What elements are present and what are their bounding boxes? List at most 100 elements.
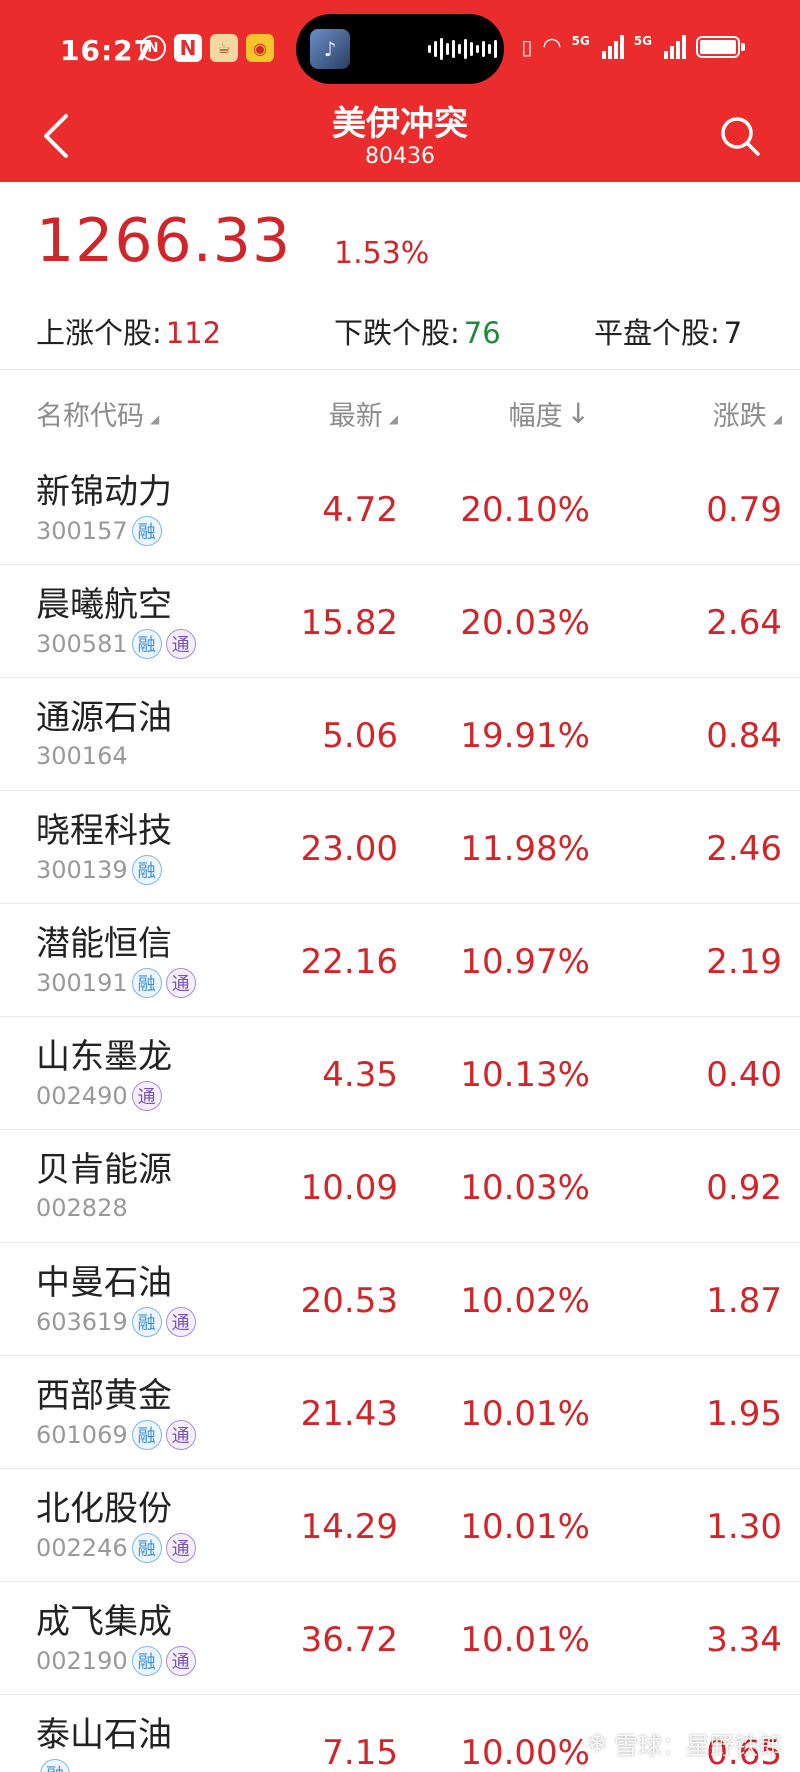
sort-by-name[interactable]: 名称代码 ◢ <box>36 394 159 433</box>
table-row[interactable]: 北化股份 002246 融通 14.29 10.01% 1.30 <box>0 1469 800 1582</box>
vibrate-icon: ▯ <box>521 34 533 59</box>
change-amount: 2.46 <box>706 829 782 869</box>
sort-triangle-icon: ◢ <box>150 411 160 426</box>
app-notification-icon: ☕ <box>210 34 238 62</box>
table-row[interactable]: 晓程科技 300139 融 23.00 11.98% 2.46 <box>0 791 800 904</box>
stock-code-line: 300191 融通 <box>36 968 196 998</box>
stock-code: 002828 <box>36 1194 128 1222</box>
search-icon[interactable] <box>718 114 762 158</box>
stock-name: 成飞集成 <box>36 1602 172 1642</box>
price-column-label: 最新 <box>328 401 383 432</box>
change-percent: 10.01% <box>460 1394 590 1434</box>
stock-name: 潜能恒信 <box>36 924 172 964</box>
latest-price: 22.16 <box>300 942 398 982</box>
table-row[interactable]: 通源石油 300164 5.06 19.91% 0.84 <box>0 678 800 791</box>
table-row[interactable]: 西部黄金 601069 融通 21.43 10.01% 1.95 <box>0 1356 800 1469</box>
weibo-icon: ◉ <box>246 34 274 62</box>
change-column-label: 涨跌 <box>712 401 767 432</box>
margin-trading-badge: 融 <box>131 1646 162 1676</box>
stock-code: 300139 <box>36 856 128 884</box>
audio-wave-icon <box>428 38 497 60</box>
sort-by-price[interactable]: 最新 ◢ <box>329 394 398 433</box>
notification-icons: N N ☕ ◉ <box>140 34 274 62</box>
stock-name: 贝肯能源 <box>36 1150 172 1190</box>
table-row[interactable]: 新锦动力 300157 融 4.72 20.10% 0.79 <box>0 452 800 565</box>
change-percent: 11.98% <box>460 829 590 869</box>
table-row[interactable]: 晨曦航空 300581 融通 15.82 20.03% 2.64 <box>0 565 800 678</box>
stock-code-line: 002828 <box>36 1194 128 1222</box>
stock-code-line: 融 <box>36 1759 70 1772</box>
up-count-stat: 上涨个股: 112 <box>36 310 221 352</box>
network-5g-label-2: 5G <box>633 34 652 48</box>
latest-price: 21.43 <box>300 1394 398 1434</box>
change-percent: 10.01% <box>460 1507 590 1547</box>
stock-code-line: 002246 融通 <box>36 1533 196 1563</box>
watermark: ❄ 雪球：星野铁郎 <box>586 1726 782 1761</box>
sort-triangle-icon: ◢ <box>388 411 398 426</box>
app-header: 16:27 N N ☕ ◉ ♪ ▯ ◠ 5G 5G 美伊冲突 80436 <box>0 0 800 182</box>
down-label: 下跌个股: <box>334 316 460 350</box>
network-5g-label: 5G <box>571 34 590 48</box>
latest-price: 23.00 <box>300 829 398 869</box>
table-row[interactable]: 成飞集成 002190 融通 36.72 10.01% 3.34 <box>0 1582 800 1695</box>
table-row[interactable]: 贝肯能源 002828 10.09 10.03% 0.92 <box>0 1130 800 1243</box>
change-amount: 2.19 <box>706 942 782 982</box>
battery-icon <box>696 35 745 58</box>
change-percent: 10.97% <box>460 942 590 982</box>
nfc-mode-icon: N <box>140 35 166 61</box>
stock-code-line: 300164 <box>36 742 128 770</box>
stock-name: 通源石油 <box>36 698 172 738</box>
change-percent: 20.10% <box>460 490 590 530</box>
stock-code: 300164 <box>36 742 128 770</box>
stock-name: 晨曦航空 <box>36 585 172 625</box>
stock-connect-badge: 通 <box>165 1646 196 1676</box>
stock-code-line: 300157 融 <box>36 516 162 546</box>
index-value: 1266.33 <box>36 206 292 276</box>
margin-trading-badge: 融 <box>131 629 162 659</box>
index-change: 1.53% <box>334 236 430 271</box>
table-row[interactable]: 中曼石油 603619 融通 20.53 10.02% 1.87 <box>0 1243 800 1356</box>
stock-code-line: 300139 融 <box>36 855 162 885</box>
sort-by-change[interactable]: 涨跌 ◢ <box>713 394 782 433</box>
nfc-icon: N <box>174 34 202 62</box>
stock-connect-badge: 通 <box>165 629 196 659</box>
change-amount: 0.40 <box>706 1055 782 1095</box>
sort-descending-arrow-icon: ↓ <box>566 397 590 430</box>
change-amount: 1.95 <box>706 1394 782 1434</box>
change-percent: 19.91% <box>460 716 590 756</box>
stock-name: 晓程科技 <box>36 811 172 851</box>
stock-name: 中曼石油 <box>36 1263 172 1303</box>
table-row[interactable]: 潜能恒信 300191 融通 22.16 10.97% 2.19 <box>0 904 800 1017</box>
stock-connect-badge: 通 <box>165 1533 196 1563</box>
sort-by-percent[interactable]: 幅度 ↓ <box>509 394 590 433</box>
latest-price: 5.06 <box>322 716 398 756</box>
signal-icon <box>601 34 624 59</box>
dynamic-island[interactable]: ♪ <box>296 14 504 84</box>
change-amount: 0.79 <box>706 490 782 530</box>
stock-code: 002490 <box>36 1082 128 1110</box>
flat-count: 7 <box>723 316 743 350</box>
page-title: 美伊冲突 <box>332 104 468 144</box>
stock-connect-badge: 通 <box>165 968 196 998</box>
change-amount: 1.87 <box>706 1281 782 1321</box>
latest-price: 15.82 <box>300 603 398 643</box>
stock-code: 300157 <box>36 517 128 545</box>
change-amount: 0.92 <box>706 1168 782 1208</box>
change-percent: 20.03% <box>460 603 590 643</box>
change-amount: 1.30 <box>706 1507 782 1547</box>
latest-price: 4.35 <box>322 1055 398 1095</box>
stock-name: 新锦动力 <box>36 472 172 512</box>
latest-price: 36.72 <box>300 1620 398 1660</box>
stock-connect-badge: 通 <box>165 1420 196 1450</box>
change-amount: 2.64 <box>706 603 782 643</box>
latest-price: 7.15 <box>322 1733 398 1772</box>
stock-name: 北化股份 <box>36 1489 172 1529</box>
system-icons: ▯ ◠ 5G 5G <box>521 34 745 59</box>
change-percent: 10.02% <box>460 1281 590 1321</box>
sector-summary: 1266.33 1.53% 上涨个股: 112 下跌个股: 76 平盘个股: 7 <box>0 182 800 370</box>
battery-level <box>700 39 736 54</box>
change-percent: 10.03% <box>460 1168 590 1208</box>
change-amount: 0.84 <box>706 716 782 756</box>
stock-code: 002190 <box>36 1647 128 1675</box>
table-row[interactable]: 山东墨龙 002490 通 4.35 10.13% 0.40 <box>0 1017 800 1130</box>
